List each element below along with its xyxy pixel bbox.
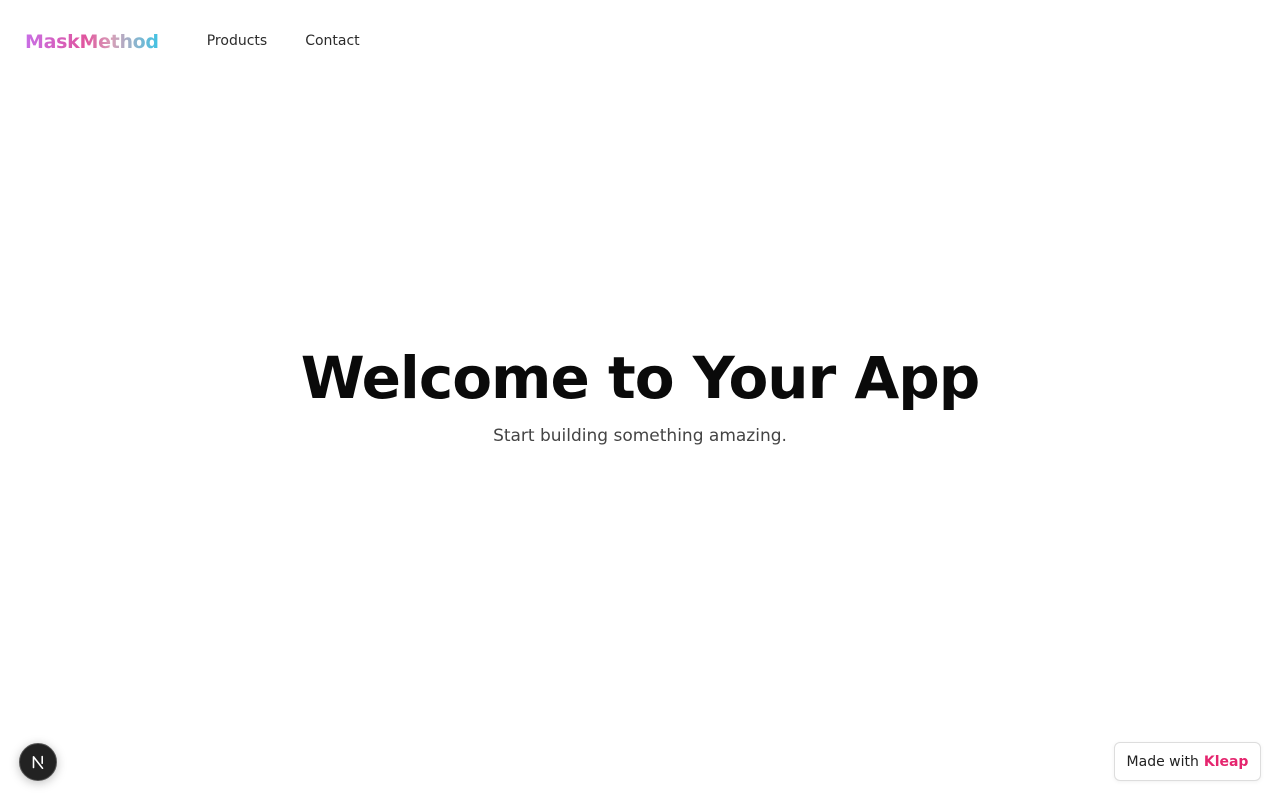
nextjs-dev-indicator-button[interactable] xyxy=(19,743,57,781)
hero-subtitle: Start building something amazing. xyxy=(493,426,787,446)
made-with-prefix: Made with xyxy=(1126,753,1199,770)
made-with-kleap-badge[interactable]: Made with Kleap xyxy=(1114,742,1261,781)
nav-link-products[interactable]: Products xyxy=(207,33,267,49)
site-header: MaskMethod Products Contact xyxy=(0,0,1280,82)
made-with-brand: Kleap xyxy=(1203,753,1249,770)
hero-title: Welcome to Your App xyxy=(300,344,981,412)
hero-section: Welcome to Your App Start building somet… xyxy=(0,338,1280,446)
page: MaskMethod Products Contact Welcome to Y… xyxy=(0,0,1280,800)
logo-link[interactable]: MaskMethod xyxy=(25,31,159,53)
nextjs-icon xyxy=(32,755,44,769)
nav-link-contact[interactable]: Contact xyxy=(305,33,359,49)
main-nav: Products Contact xyxy=(207,33,360,49)
